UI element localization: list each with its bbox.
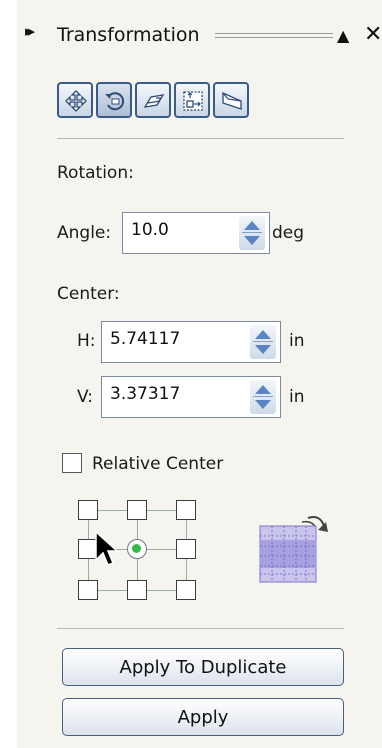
h-spinner[interactable] [250,325,276,359]
anchor-top-left[interactable] [78,500,98,520]
size-tool-button[interactable] [174,82,210,118]
angle-label: Angle: [57,223,112,243]
rotation-section-label: Rotation: [57,163,134,183]
anchor-bottom-left[interactable] [78,580,98,600]
docker-title: Transformation [57,24,200,46]
center-section-label: Center: [57,284,120,304]
anchor-middle-right[interactable] [176,539,196,559]
mouse-pointer-icon [95,530,119,566]
close-icon[interactable]: ✕ [364,22,382,47]
angle-field[interactable]: 10.0 [122,212,270,254]
spin-down-icon[interactable] [244,236,260,245]
spin-up-icon[interactable] [255,330,271,339]
scale-mirror-tool-button[interactable] [135,82,171,118]
apply-to-duplicate-button[interactable]: Apply To Duplicate [62,648,344,686]
rotate-icon [105,92,125,111]
skew-tool-button[interactable] [213,82,249,118]
skew-icon [222,91,242,110]
collapse-icon[interactable]: ▲ [337,26,349,45]
spin-down-icon[interactable] [255,400,271,409]
header-grip[interactable] [215,33,333,38]
relative-center-checkbox[interactable] [62,453,82,473]
toolbar-divider [57,138,344,139]
h-field[interactable]: 5.74117 [101,321,281,363]
expand-icon[interactable]: ▸▸ [25,22,35,40]
scale-mirror-icon [143,94,165,108]
transform-preview-icon [259,516,328,583]
relative-center-label[interactable]: Relative Center [92,454,223,474]
position-icon [65,90,87,112]
angle-value: 10.0 [131,220,169,240]
h-label: H: [77,331,96,351]
v-label: V: [77,387,93,407]
anchor-bottom-center[interactable] [127,580,147,600]
h-unit: in [289,331,305,351]
buttons-divider [57,628,344,629]
angle-spinner[interactable] [239,216,265,250]
spin-up-icon[interactable] [244,221,260,230]
spin-down-icon[interactable] [255,345,271,354]
spin-up-icon[interactable] [255,385,271,394]
rotate-tool-button[interactable] [96,82,132,118]
v-unit: in [289,387,305,407]
v-spinner[interactable] [250,380,276,414]
anchor-top-right[interactable] [176,500,196,520]
h-value: 5.74117 [110,329,181,349]
size-icon [183,91,203,111]
docker-header: ▸▸ Transformation ▲ ✕ [17,0,382,70]
position-tool-button[interactable] [57,82,93,118]
v-field[interactable]: 3.37317 [101,376,281,418]
anchor-top-center[interactable] [127,500,147,520]
apply-button[interactable]: Apply [62,698,344,736]
angle-unit: deg [272,223,305,243]
anchor-bottom-right[interactable] [176,580,196,600]
v-value: 3.37317 [110,384,181,404]
anchor-middle-center[interactable] [127,539,147,559]
